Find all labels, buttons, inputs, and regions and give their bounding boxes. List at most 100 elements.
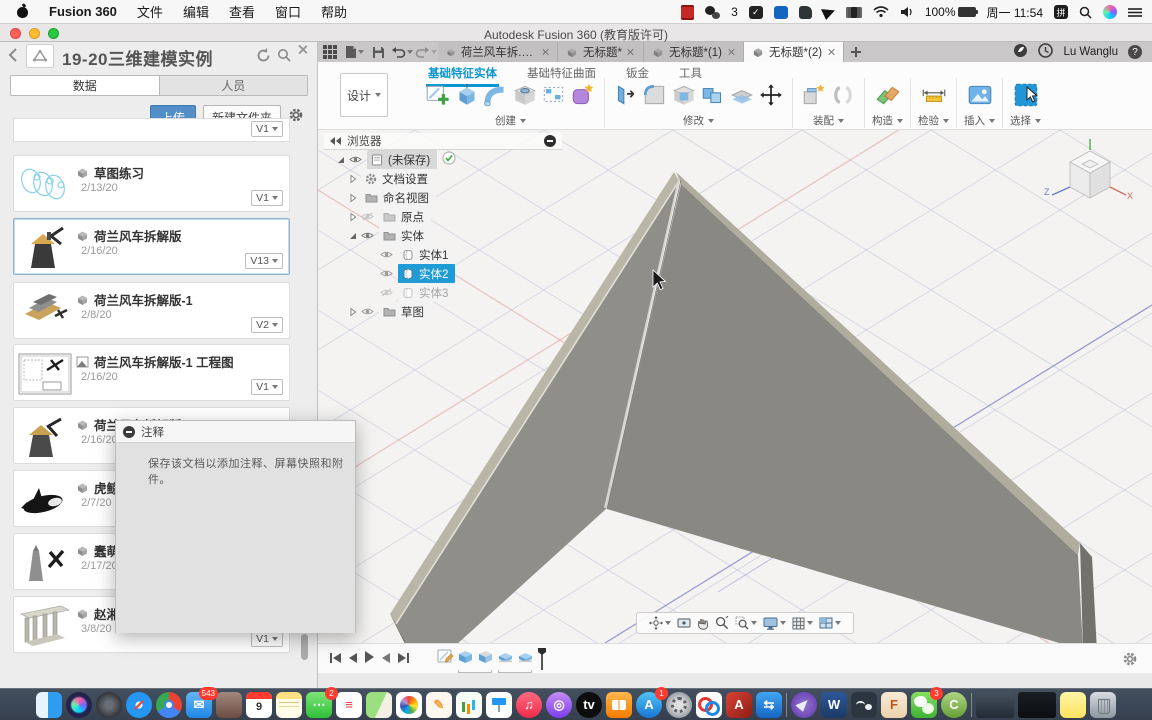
version-dropdown[interactable]: V1 bbox=[251, 190, 283, 206]
media-status-icon[interactable] bbox=[681, 4, 695, 20]
dock-podcasts-icon[interactable]: ◎ bbox=[546, 691, 572, 718]
panel-scrollbar[interactable] bbox=[301, 634, 308, 660]
shell-icon[interactable] bbox=[670, 81, 698, 109]
notification-center-icon[interactable] bbox=[1128, 7, 1142, 18]
refresh-icon[interactable] bbox=[256, 48, 271, 68]
dock-separator-1[interactable] bbox=[786, 692, 787, 717]
dock-numbers-icon[interactable] bbox=[456, 691, 482, 718]
menu-view[interactable]: 查看 bbox=[229, 2, 255, 21]
orbit-icon[interactable] bbox=[649, 616, 671, 630]
panel-close-icon[interactable] bbox=[297, 42, 309, 54]
tree-node-origin[interactable]: 原点 bbox=[348, 207, 574, 226]
spotlight-search-icon[interactable] bbox=[1079, 6, 1092, 19]
version-dropdown[interactable]: V1 bbox=[251, 121, 283, 137]
hole-icon[interactable] bbox=[511, 81, 539, 109]
construction-plane-icon[interactable] bbox=[874, 81, 902, 109]
search-icon[interactable] bbox=[277, 48, 291, 67]
browser-collapse-icon[interactable] bbox=[330, 137, 341, 145]
menu-help[interactable]: 帮助 bbox=[321, 2, 347, 21]
timeline-settings-gear-icon[interactable] bbox=[1122, 651, 1138, 672]
tree-node-document-settings[interactable]: 文档设置 bbox=[348, 169, 574, 188]
dock-stickies-icon[interactable] bbox=[1060, 691, 1086, 718]
extrude-icon[interactable] bbox=[453, 81, 481, 109]
dock-pages-icon[interactable]: ✎ bbox=[426, 691, 452, 718]
panel-settings-gear-icon[interactable] bbox=[288, 107, 304, 128]
visibility-eye-off-icon[interactable] bbox=[380, 288, 395, 297]
list-item-partial-top[interactable]: V1 bbox=[13, 118, 290, 142]
dock-system-preferences-icon[interactable] bbox=[666, 691, 692, 718]
dock-minimized-window-1[interactable] bbox=[976, 691, 1014, 718]
list-item-windmill-1[interactable]: 荷兰风车拆解版-1 2/8/20 V2 bbox=[13, 282, 290, 339]
menu-window[interactable]: 窗口 bbox=[275, 2, 301, 21]
timeline-feature-sketch[interactable] bbox=[437, 648, 454, 670]
dock-notes-icon[interactable] bbox=[276, 691, 302, 718]
viewports-icon[interactable] bbox=[819, 617, 841, 629]
dock-safari-icon[interactable] bbox=[126, 691, 152, 718]
viewport-3d[interactable]: 浏览器 (未保存) 文档设置 命名视图 原点 实体 实体1 实体2 实体3 草图… bbox=[318, 130, 1152, 643]
back-icon[interactable] bbox=[8, 48, 17, 65]
insert-image-icon[interactable] bbox=[966, 81, 994, 109]
data-panel-toggle-icon[interactable] bbox=[318, 42, 342, 62]
dock-camtasia-icon[interactable]: C bbox=[941, 691, 967, 720]
menu-edit[interactable]: 编辑 bbox=[183, 2, 209, 21]
list-item-sketch-practice[interactable]: 草图练习 2/13/20 V1 bbox=[13, 155, 290, 212]
battery-status[interactable]: 100% bbox=[925, 5, 978, 19]
fillet-icon[interactable] bbox=[641, 81, 669, 109]
version-dropdown[interactable]: V1 bbox=[251, 379, 283, 395]
measure-icon[interactable] bbox=[920, 81, 948, 109]
checkmark-status-icon[interactable]: ✓ bbox=[748, 5, 763, 19]
sweep-icon[interactable] bbox=[482, 81, 510, 109]
dock-appstore-icon[interactable]: A 1 bbox=[636, 686, 668, 718]
group-label-modify[interactable]: 修改 bbox=[683, 113, 714, 128]
zoom-icon[interactable] bbox=[715, 616, 729, 630]
dock-launchpad-icon[interactable] bbox=[96, 691, 122, 718]
pattern-icon[interactable] bbox=[540, 81, 568, 109]
dock-trash-icon[interactable] bbox=[1090, 691, 1116, 718]
joint-icon[interactable] bbox=[829, 81, 857, 109]
list-item-windmill-1-drawing[interactable]: 荷兰风车拆解版-1 工程图 2/16/20 V1 bbox=[13, 344, 290, 401]
tree-node-body1[interactable]: 实体1 bbox=[380, 245, 574, 264]
timeline-play-button[interactable] bbox=[364, 650, 375, 669]
timeline-step-back-button[interactable] bbox=[348, 651, 357, 669]
dock-seagull-app-icon[interactable] bbox=[851, 691, 877, 720]
dock-bird-app-icon[interactable] bbox=[791, 691, 817, 720]
volume-icon[interactable] bbox=[900, 6, 914, 18]
tab-close-icon[interactable] bbox=[827, 48, 835, 56]
expander-closed-icon[interactable] bbox=[348, 192, 358, 203]
display-settings-icon[interactable] bbox=[763, 617, 786, 630]
menu-file[interactable]: 文件 bbox=[137, 2, 163, 21]
dock-photos-icon[interactable] bbox=[396, 691, 422, 718]
visibility-eye-icon[interactable] bbox=[361, 307, 376, 316]
right-wall-end-cap[interactable] bbox=[1080, 543, 1097, 643]
dock-wechat-icon[interactable]: 3 bbox=[911, 686, 943, 720]
dock-chrome-icon[interactable] bbox=[156, 691, 182, 720]
workspace-selector[interactable]: 设计 bbox=[340, 73, 388, 117]
tree-node-sketches-folder[interactable]: 草图 bbox=[348, 302, 574, 321]
dock-separator-2[interactable] bbox=[971, 692, 972, 717]
group-label-create[interactable]: 创建 bbox=[495, 113, 526, 128]
new-tab-icon[interactable] bbox=[844, 42, 868, 62]
list-item-windmill[interactable]: 荷兰风车拆解版 2/16/20 V13 bbox=[13, 218, 290, 275]
visibility-eye-icon[interactable] bbox=[380, 269, 395, 278]
pan-icon[interactable] bbox=[697, 617, 709, 630]
dock-mail-icon[interactable]: ✉ 543 bbox=[186, 686, 218, 720]
dock-contacts-icon[interactable] bbox=[216, 691, 242, 718]
dock-siri-icon[interactable] bbox=[66, 691, 92, 718]
dock-messages-icon[interactable]: ⋯ 2 bbox=[306, 686, 338, 718]
dock-keynote-icon[interactable] bbox=[486, 691, 512, 718]
browser-header[interactable]: 浏览器 bbox=[324, 133, 562, 150]
input-method-icon[interactable]: 拼 bbox=[1054, 5, 1068, 19]
dock-calendar-icon[interactable]: 9 bbox=[246, 691, 272, 718]
expander-open-icon[interactable] bbox=[348, 231, 358, 241]
expander-closed-icon[interactable] bbox=[348, 173, 358, 184]
grid-snap-icon[interactable] bbox=[792, 617, 813, 630]
doc-tab-untitled-2-active[interactable]: 无标题*(2) bbox=[744, 42, 845, 62]
version-dropdown[interactable]: V1 bbox=[251, 631, 283, 647]
create-form-icon[interactable] bbox=[569, 81, 597, 109]
timeline-position-marker[interactable] bbox=[537, 648, 547, 675]
dock-finder-icon[interactable] bbox=[36, 691, 62, 720]
timeline-go-end-button[interactable] bbox=[398, 651, 409, 669]
press-pull-icon[interactable] bbox=[612, 81, 640, 109]
tree-node-named-views[interactable]: 命名视图 bbox=[348, 188, 574, 207]
menu-clock[interactable]: 周一 11:54 bbox=[987, 4, 1043, 21]
